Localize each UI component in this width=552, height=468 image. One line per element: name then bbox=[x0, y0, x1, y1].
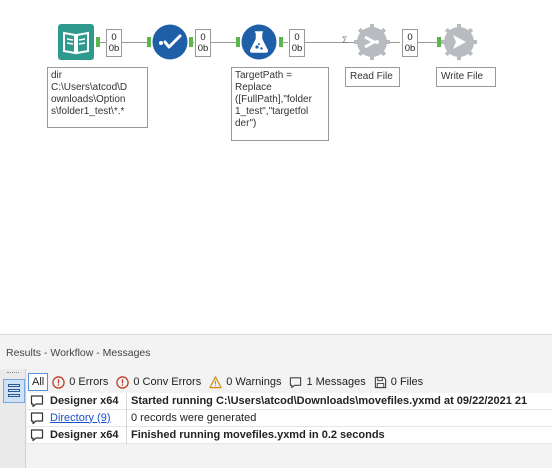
directory-icon bbox=[58, 24, 94, 60]
formula-flask-icon bbox=[241, 24, 277, 60]
message-icon bbox=[290, 376, 302, 388]
message-text: Started running C:\Users\atcod\Downloads… bbox=[131, 395, 528, 407]
warning-icon bbox=[209, 375, 222, 388]
filter-files-label: 0 Files bbox=[390, 376, 424, 388]
write-file-gear-icon bbox=[441, 24, 477, 60]
write-file-label: Write File bbox=[436, 67, 496, 87]
filter-errors-label: 0 Errors bbox=[69, 376, 109, 388]
connection-line bbox=[211, 42, 237, 43]
panel-grip[interactable] bbox=[7, 372, 19, 374]
record-count-badge: 0 0b bbox=[195, 29, 211, 57]
filter-conv-errors-button[interactable]: 0 Conv Errors bbox=[112, 373, 205, 391]
select-tool[interactable] bbox=[152, 24, 188, 60]
read-file-label: Read File bbox=[345, 67, 400, 87]
error-icon bbox=[52, 375, 65, 389]
workflow-canvas[interactable]: 0 0b dir C:\Users\atcod\D ownloads\Option… bbox=[0, 0, 552, 334]
record-count-badge: 0 0b bbox=[289, 29, 305, 57]
message-icon bbox=[27, 393, 47, 410]
tool-link[interactable]: Directory (9) bbox=[50, 412, 111, 424]
filter-errors-button[interactable]: 0 Errors bbox=[48, 373, 112, 391]
input-anchor[interactable] bbox=[236, 37, 240, 47]
message-icon bbox=[27, 410, 47, 427]
input-anchor[interactable] bbox=[147, 37, 151, 47]
message-icon bbox=[27, 427, 47, 444]
record-count-badge: 0 0b bbox=[106, 29, 122, 57]
connection-line bbox=[122, 42, 150, 43]
filter-all-label: All bbox=[32, 376, 45, 388]
results-filter-bar: All 0 Errors 0 Conv Errors 0 Warnings 1 … bbox=[28, 373, 427, 391]
directory-tool[interactable] bbox=[58, 24, 94, 60]
filter-warnings-label: 0 Warnings bbox=[226, 376, 282, 388]
results-title: Results - Workflow - Messages bbox=[6, 347, 151, 359]
message-text: Finished running movefiles.yxmd in 0.2 s… bbox=[131, 429, 385, 441]
message-tool: Designer x64 bbox=[47, 392, 127, 410]
filter-files-button[interactable]: 0 Files bbox=[370, 373, 427, 391]
filter-conv-errors-label: 0 Conv Errors bbox=[133, 376, 202, 388]
connection-line bbox=[417, 42, 439, 43]
record-count-badge: 0 0b bbox=[402, 29, 418, 57]
filter-all-button[interactable]: All bbox=[28, 373, 49, 391]
directory-annotation: dir C:\Users\atcod\D ownloads\Option s\f… bbox=[47, 67, 148, 128]
filter-messages-button[interactable]: 1 Messages bbox=[285, 373, 369, 391]
conv-error-icon bbox=[116, 375, 130, 389]
message-text: 0 records were generated bbox=[131, 412, 257, 424]
write-file-tool[interactable] bbox=[441, 24, 477, 60]
formula-annotation: TargetPath = Replace ([FullPath],"folder… bbox=[231, 67, 329, 141]
message-row[interactable]: Designer x64 Finished running movefiles.… bbox=[27, 426, 552, 444]
connection-line bbox=[390, 42, 400, 43]
message-tool-cell: Directory (9) bbox=[47, 409, 127, 427]
message-list: Designer x64 Started running C:\Users\at… bbox=[27, 392, 552, 444]
file-save-icon bbox=[374, 376, 386, 388]
formula-tool[interactable] bbox=[241, 24, 277, 60]
output-anchor[interactable] bbox=[96, 37, 100, 47]
output-anchor[interactable] bbox=[279, 37, 283, 47]
select-icon bbox=[152, 24, 188, 60]
read-file-tool[interactable] bbox=[354, 24, 390, 60]
results-panel: Results - Workflow - Messages All 0 Erro… bbox=[0, 334, 552, 468]
output-anchor[interactable] bbox=[189, 37, 193, 47]
message-row[interactable]: Directory (9) 0 records were generated bbox=[27, 409, 552, 427]
read-file-gear-icon bbox=[354, 24, 390, 60]
messages-view-button[interactable] bbox=[3, 379, 25, 403]
message-tool: Designer x64 bbox=[47, 426, 127, 444]
message-row[interactable]: Designer x64 Started running C:\Users\at… bbox=[27, 392, 552, 410]
filter-warnings-button[interactable]: 0 Warnings bbox=[205, 373, 285, 391]
sigma-macro-marker: Σ bbox=[342, 35, 348, 45]
filter-messages-label: 1 Messages bbox=[306, 376, 366, 388]
